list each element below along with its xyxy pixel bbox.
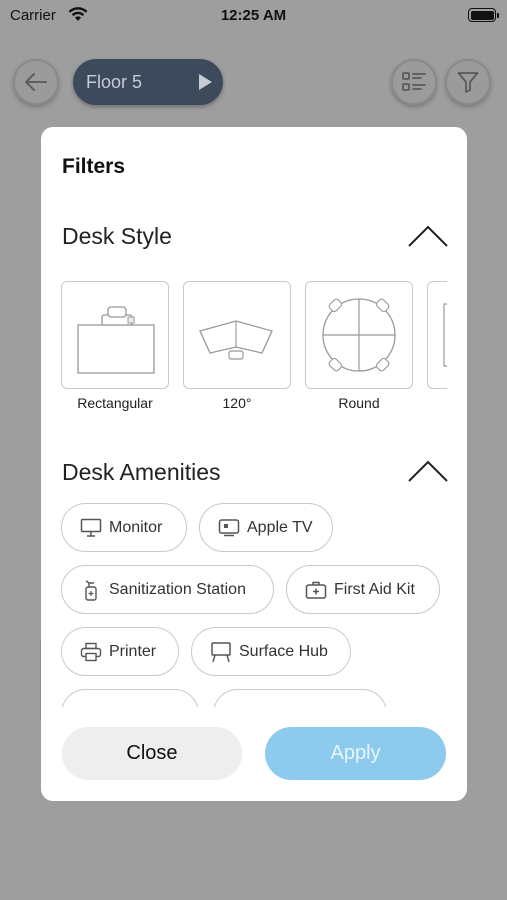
desk-style-120-label: 120° [222,395,252,411]
amenity-chip-first-aid-kit[interactable]: First Aid Kit [286,565,440,614]
desk-style-120[interactable] [183,281,291,389]
desk-partial-icon [443,303,447,367]
battery-icon [468,8,499,22]
amenity-chip-surface-hub[interactable]: Surface Hub [191,627,351,676]
amenity-chip-sanitization-station[interactable]: Sanitization Station [61,565,274,614]
sanitizer-icon [80,579,102,601]
collapse-desk-style-icon[interactable] [408,225,448,247]
desk-style-more[interactable] [427,281,447,389]
desk-style-options: Rectangular 120° Round [61,281,447,421]
modal-title: Filters [62,155,126,178]
back-button[interactable] [13,59,59,105]
chip-label: Monitor [109,518,163,536]
funnel-icon [457,72,479,93]
play-icon [199,74,212,90]
desk-style-round[interactable] [305,281,413,389]
chip-label: Surface Hub [239,642,328,660]
chip-label: First Aid Kit [334,580,415,598]
list-icon [402,72,426,91]
apply-button[interactable]: Apply [265,727,446,780]
desk-style-rectangular-label: Rectangular [77,395,153,411]
amenity-chip-printer[interactable]: Printer [61,627,179,676]
apple-tv-icon [218,517,240,539]
status-bar: Carrier 12:25 AM [0,0,507,32]
filter-button[interactable] [445,59,491,105]
first-aid-icon [305,579,327,601]
desk-style-round-label: Round [338,395,380,411]
arrow-left-icon [25,73,47,91]
clock: 12:25 AM [220,7,287,24]
120-degree-desk-icon [199,320,273,360]
desk-style-title: Desk Style [62,223,172,249]
monitor-icon [80,517,102,539]
amenities-chips: Monitor Apple TV Sanitization Station Fi… [61,503,451,707]
chip-label: Sanitization Station [109,580,246,598]
rectangular-desk-icon [77,306,155,374]
round-desk-icon [322,298,396,372]
list-view-button[interactable] [391,59,437,105]
amenity-chip-partial[interactable] [213,689,387,707]
chip-label: Apple TV [247,518,313,536]
desk-amenities-title: Desk Amenities [62,459,221,485]
floor-label: Floor 5 [86,71,143,92]
desk-style-rectangular[interactable] [61,281,169,389]
close-button[interactable]: Close [62,727,242,780]
amenity-chip-apple-tv[interactable]: Apple TV [199,503,333,552]
amenity-chip-partial[interactable] [61,689,199,707]
amenity-chip-monitor[interactable]: Monitor [61,503,187,552]
collapse-desk-amenities-icon[interactable] [408,460,448,482]
printer-icon [80,641,102,663]
surface-hub-icon [210,641,232,663]
chip-label: Printer [109,642,157,660]
floor-selector[interactable]: Floor 5 [73,59,223,105]
filters-modal: Filters Desk Style Rectangular 120° Roun… [41,127,467,801]
